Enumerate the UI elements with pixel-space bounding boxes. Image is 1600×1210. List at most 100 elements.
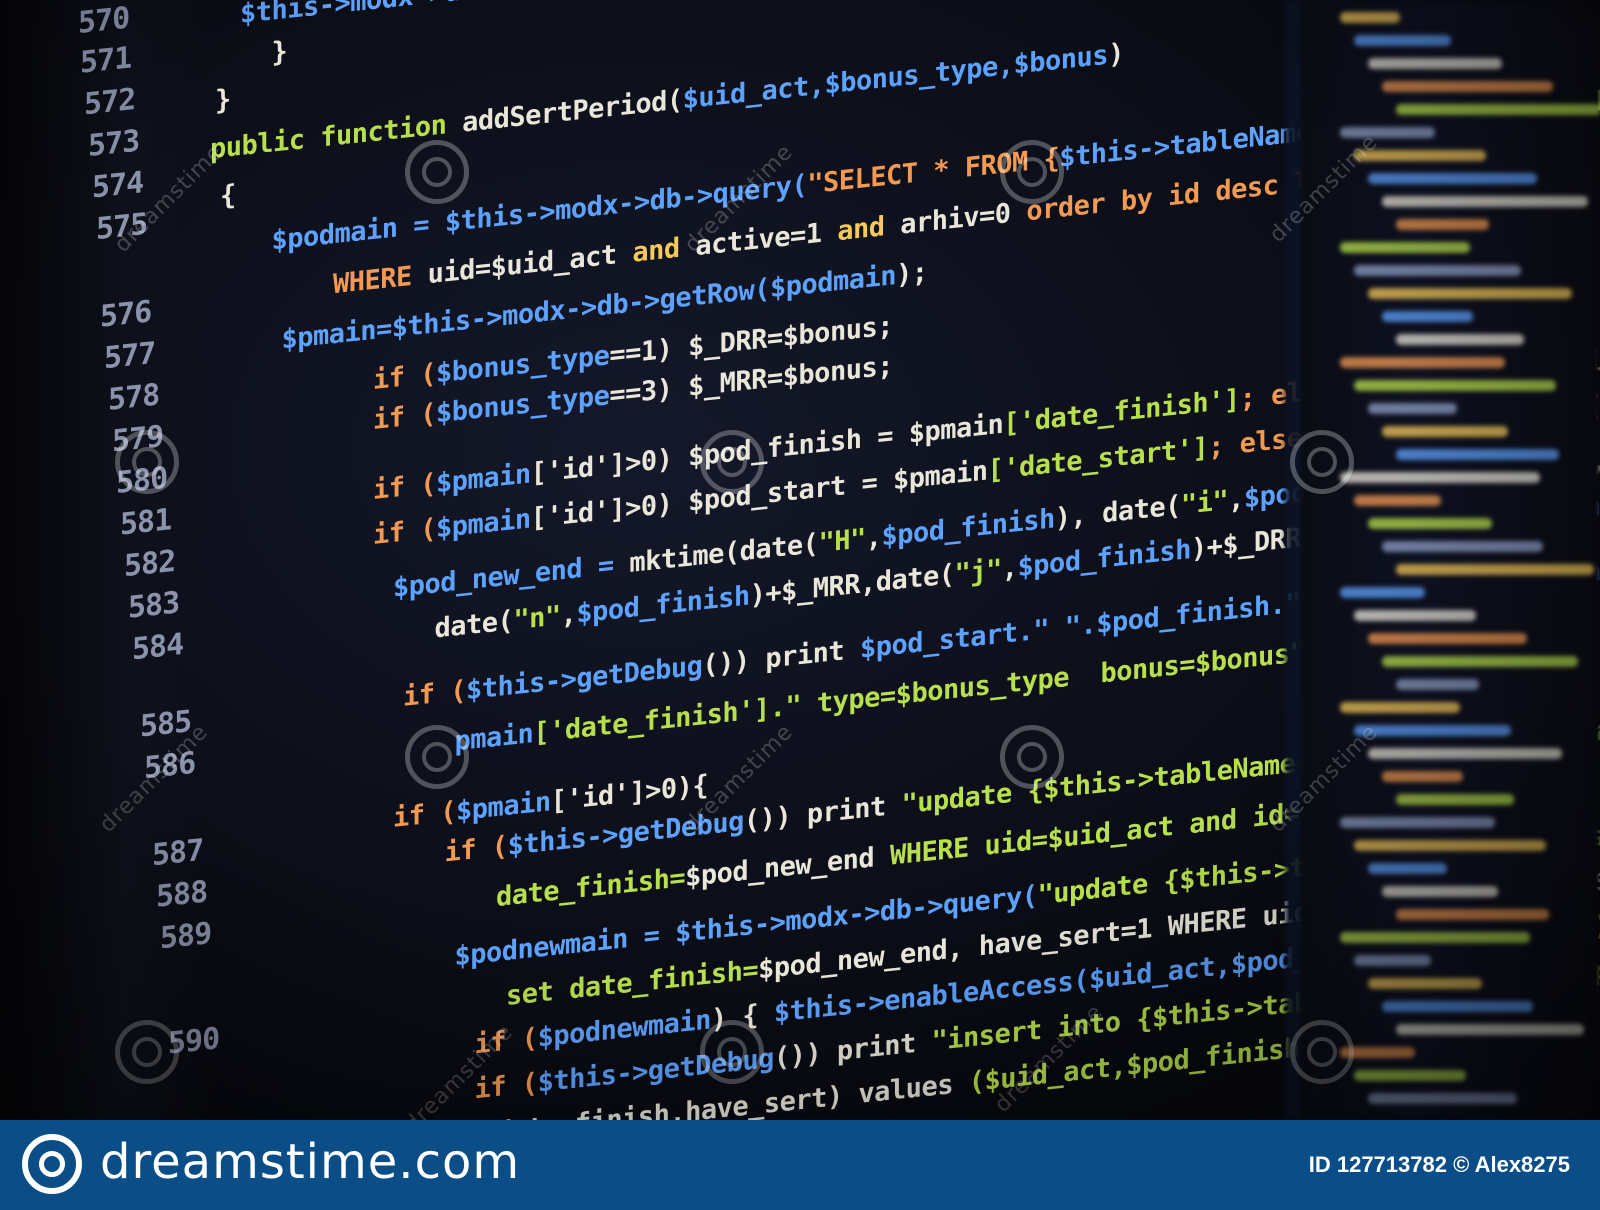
side-code-line — [1368, 863, 1447, 874]
code-token: $uid_act,$bonus_type,$bonus — [682, 39, 1109, 116]
side-code-line — [1340, 357, 1505, 368]
code-token: $pod_new_end — [685, 840, 890, 894]
side-code-line — [1382, 311, 1473, 322]
code-token: date( — [340, 605, 514, 655]
code-token: ); — [895, 256, 928, 292]
side-code-line — [1382, 771, 1463, 782]
line-number: 576 — [100, 294, 152, 335]
code-token: $pmain — [456, 786, 551, 828]
side-code-line — [1354, 1070, 1466, 1081]
watermark-spiral-icon — [1290, 1020, 1354, 1084]
code-token: ==1) — [609, 331, 689, 372]
code-token: uid=$uid_act — [427, 237, 633, 291]
side-code-line — [1354, 35, 1451, 46]
code-token: $pod_finish — [1017, 534, 1191, 584]
code-token: $podmain — [769, 260, 896, 305]
code-token: date_finish= — [370, 862, 686, 927]
code-token: $pmain — [436, 458, 531, 500]
code-line: } — [240, 36, 288, 72]
side-code-line — [1340, 472, 1540, 483]
footer-image-id: ID 127713782 © Alex8275 — [1308, 1152, 1570, 1177]
side-code-line — [1368, 978, 1482, 989]
side-code-line — [1396, 219, 1489, 230]
line-number: 570 — [78, 0, 130, 42]
code-token: mktime(date( — [629, 528, 819, 580]
code-token: if ( — [310, 468, 437, 513]
code-token: if ( — [310, 513, 437, 558]
side-code-line — [1354, 610, 1476, 621]
side-code-line — [1396, 679, 1479, 690]
code-token: addSertPeriod( — [462, 84, 683, 139]
code-photo: 570 571 572 573 574 575 576 577 578 579 580 581 582 5… — [0, 0, 1600, 1120]
watermark-spiral-icon — [1000, 140, 1064, 204]
code-token: ['date_start'] — [987, 432, 1209, 487]
side-code-line — [1340, 932, 1530, 943]
side-code-line — [1382, 656, 1578, 667]
side-code-line — [1340, 242, 1470, 253]
watermark-spiral-icon — [1290, 430, 1354, 494]
line-number: 574 — [92, 165, 144, 206]
side-code-line — [1396, 1024, 1584, 1035]
code-token: arhiv=0 — [900, 196, 1027, 241]
line-number: 582 — [124, 543, 176, 585]
code-token: $pod_finish — [576, 580, 750, 630]
side-code-line — [1382, 1001, 1533, 1012]
side-code-line — [1396, 909, 1549, 920]
side-code-line — [1368, 403, 1457, 414]
code-token: ), date( — [1054, 490, 1181, 535]
side-code-line — [1382, 541, 1543, 552]
side-code-line — [1382, 886, 1498, 897]
code-token: ==3) — [609, 371, 689, 412]
code-token: if ( — [350, 830, 508, 879]
line-number: 581 — [120, 502, 172, 543]
watermark-spiral-icon — [700, 430, 764, 494]
side-code-line — [1340, 702, 1460, 713]
code-line: } — [215, 84, 231, 117]
code-token: )+$_MRR,date( — [749, 558, 955, 612]
code-token: $this->modx->db->insert(array( — [240, 0, 713, 30]
line-number: 588 — [156, 874, 208, 915]
side-code-line — [1340, 817, 1495, 828]
side-code-line — [1368, 1093, 1517, 1104]
stock-footer-bar: dreamstime.com ID 127713782 © Alex8275 — [0, 1120, 1600, 1210]
code-token: , — [865, 521, 882, 555]
side-code-line — [1396, 449, 1559, 460]
code-token: "H" — [818, 523, 866, 560]
code-token: } — [240, 36, 288, 72]
side-code-line — [1340, 12, 1400, 23]
side-code-line — [1354, 840, 1546, 851]
watermark-spiral-icon — [405, 725, 469, 789]
code-token: ()) print — [743, 789, 902, 838]
side-code-line — [1382, 426, 1508, 437]
side-code-line — [1368, 748, 1562, 759]
side-code-line — [1368, 288, 1572, 299]
side-code-line — [1354, 265, 1521, 276]
line-number: 571 — [80, 40, 132, 81]
side-code-line — [1396, 794, 1514, 805]
code-token: WHERE — [270, 259, 428, 307]
dreamstime-spiral-icon — [22, 1134, 82, 1194]
code-token: if ( — [310, 358, 437, 403]
side-code-line — [1354, 955, 1431, 966]
code-line: public function addSertPeriod($uid_act,$… — [210, 38, 1124, 165]
code-token: ['date_finish'] — [1003, 383, 1240, 440]
code-token: $pmain — [436, 503, 531, 545]
code-token: ['id']>0) — [530, 441, 689, 490]
line-number: 577 — [104, 335, 156, 377]
code-token: if ( — [340, 675, 467, 720]
watermark-spiral-icon — [700, 1020, 764, 1084]
side-code-line — [1368, 518, 1492, 529]
code-token: $podnewmain — [537, 1004, 711, 1054]
side-code-line — [1382, 81, 1553, 92]
code-token: ) — [1108, 38, 1124, 71]
side-code-line — [1340, 127, 1435, 138]
line-number: 578 — [108, 377, 160, 418]
code-token: "n" — [513, 600, 561, 637]
side-code-line — [1396, 564, 1594, 575]
line-number: 587 — [152, 832, 204, 874]
code-editor: 570 571 572 573 574 575 576 577 578 579 580 581 582 5… — [40, 0, 1600, 1120]
side-code-line — [1354, 495, 1441, 506]
code-token: if ( — [330, 796, 457, 841]
side-code-line — [1396, 334, 1524, 345]
side-code-line — [1354, 380, 1556, 391]
